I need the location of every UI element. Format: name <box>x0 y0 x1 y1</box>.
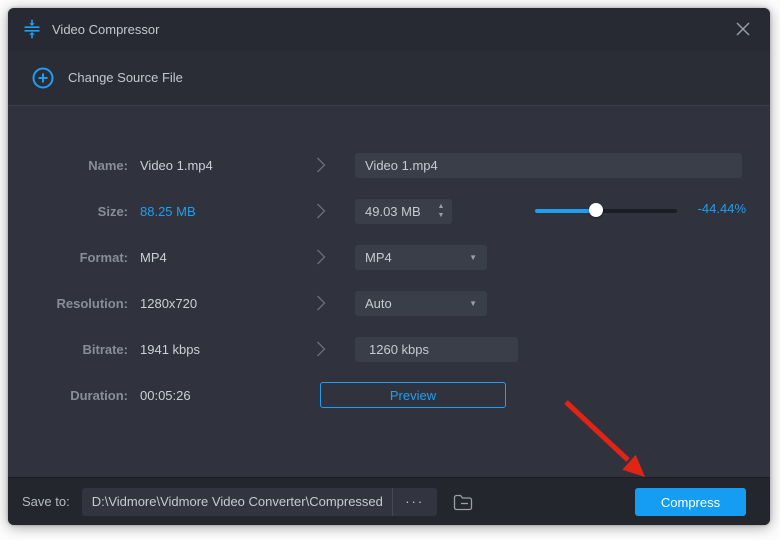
name-input[interactable] <box>355 153 742 178</box>
format-dropdown-value: MP4 <box>365 250 469 265</box>
size-row: Size: 88.25 MB ▲ ▼ -44.44% <box>8 198 770 224</box>
form-area: Name: Video 1.mp4 Size: 88.25 MB ▲ ▼ <box>8 107 770 477</box>
compress-button[interactable]: Compress <box>635 488 746 516</box>
spinner-up-icon[interactable]: ▲ <box>438 203 445 210</box>
resolution-dropdown-value: Auto <box>365 296 469 311</box>
name-row: Name: Video 1.mp4 <box>8 152 770 178</box>
chevron-right-icon <box>316 202 326 220</box>
dropdown-arrow-icon: ▼ <box>469 299 477 308</box>
bitrate-row: Bitrate: 1941 kbps <box>8 336 770 362</box>
dropdown-arrow-icon: ▼ <box>469 253 477 262</box>
close-button[interactable] <box>730 16 756 42</box>
format-value: MP4 <box>140 250 167 265</box>
format-dropdown[interactable]: MP4 ▼ <box>355 245 487 270</box>
size-spinner: ▲ ▼ <box>431 199 451 223</box>
preview-button[interactable]: Preview <box>320 382 506 408</box>
reduction-percent: -44.44% <box>684 201 746 216</box>
change-source-row[interactable]: Change Source File <box>8 50 770 106</box>
save-path-group: D:\Vidmore\Vidmore Video Converter\Compr… <box>82 488 437 516</box>
open-folder-button[interactable] <box>449 488 477 516</box>
slider-thumb[interactable] <box>589 203 603 217</box>
window-title: Video Compressor <box>52 22 159 37</box>
size-label: Size: <box>8 204 128 219</box>
size-value: 88.25 MB <box>140 204 196 219</box>
footer-bar: Save to: D:\Vidmore\Vidmore Video Conver… <box>8 477 770 525</box>
duration-row: Duration: 00:05:26 Preview <box>8 382 770 408</box>
name-value: Video 1.mp4 <box>140 158 213 173</box>
resolution-label: Resolution: <box>8 296 128 311</box>
format-label: Format: <box>8 250 128 265</box>
format-row: Format: MP4 MP4 ▼ <box>8 244 770 270</box>
add-circle-icon <box>32 67 54 89</box>
bitrate-label: Bitrate: <box>8 342 128 357</box>
name-label: Name: <box>8 158 128 173</box>
slider-fill <box>535 209 596 213</box>
titlebar: Video Compressor <box>8 8 770 50</box>
size-slider[interactable] <box>535 208 677 214</box>
change-source-label: Change Source File <box>68 70 183 85</box>
chevron-right-icon <box>316 156 326 174</box>
video-compressor-window: Video Compressor Change Source File Name… <box>8 8 770 525</box>
chevron-right-icon <box>316 340 326 358</box>
duration-label: Duration: <box>8 388 128 403</box>
save-to-label: Save to: <box>22 494 70 509</box>
folder-icon <box>452 492 474 512</box>
chevron-right-icon <box>316 248 326 266</box>
compressor-icon <box>22 19 42 39</box>
resolution-row: Resolution: 1280x720 Auto ▼ <box>8 290 770 316</box>
save-path-input[interactable]: D:\Vidmore\Vidmore Video Converter\Compr… <box>82 488 392 516</box>
screen: Video Compressor Change Source File Name… <box>0 0 780 540</box>
bitrate-value: 1941 kbps <box>140 342 200 357</box>
bitrate-input[interactable] <box>355 337 518 362</box>
browse-button[interactable]: ··· <box>392 488 437 516</box>
close-icon <box>735 21 751 37</box>
spinner-down-icon[interactable]: ▼ <box>438 212 445 219</box>
chevron-right-icon <box>316 294 326 312</box>
duration-value: 00:05:26 <box>140 388 191 403</box>
resolution-dropdown[interactable]: Auto ▼ <box>355 291 487 316</box>
resolution-value: 1280x720 <box>140 296 197 311</box>
